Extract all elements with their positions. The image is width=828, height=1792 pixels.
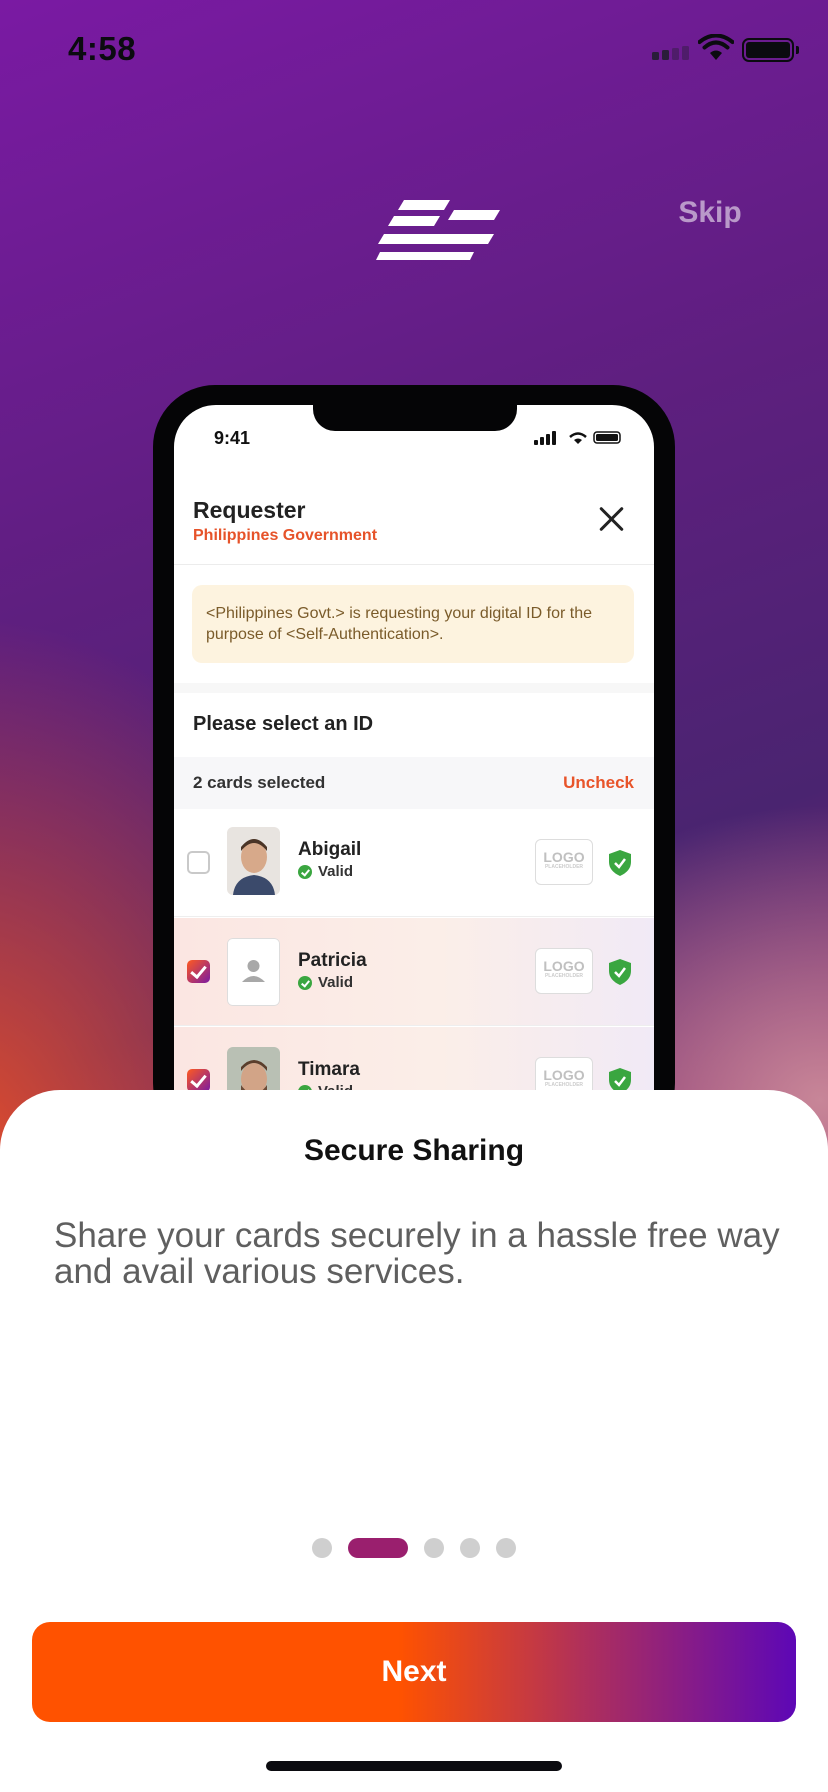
mockup-title: Requester bbox=[193, 497, 306, 523]
onboarding-title: Secure Sharing bbox=[303, 1134, 525, 1167]
avatar-photo bbox=[227, 827, 280, 895]
checkbox-unchecked-icon bbox=[187, 851, 210, 874]
battery-icon bbox=[742, 38, 799, 62]
page-dot[interactable] bbox=[460, 1538, 480, 1558]
logo-placeholder: LOGO PLACEHOLDER bbox=[535, 839, 593, 885]
home-indicator[interactable] bbox=[266, 1761, 562, 1771]
checkbox-checked-icon bbox=[187, 960, 210, 983]
page-indicator[interactable] bbox=[0, 1538, 828, 1558]
phone-mockup-screen: 9:41 Requester Philippines Government <P… bbox=[174, 405, 654, 1105]
mockup-divider bbox=[174, 683, 654, 693]
mockup-subtitle: Philippines Government bbox=[193, 527, 378, 544]
mockup-card-row: Abigail Valid LOGO PLACEHOLDER bbox=[174, 809, 654, 917]
mockup-card-name: Abigail bbox=[298, 839, 362, 860]
close-icon bbox=[598, 505, 626, 533]
logo-placeholder: LOGO PLACEHOLDER bbox=[535, 948, 593, 994]
mockup-card-row: Patricia Valid LOGO PLACEHOLDER bbox=[174, 918, 654, 1026]
app-logo-icon bbox=[376, 200, 500, 260]
mockup-select-title: Please select an ID bbox=[193, 713, 374, 735]
verified-shield-icon bbox=[609, 850, 631, 876]
page-dot[interactable] bbox=[312, 1538, 332, 1558]
mockup-time: 9:41 bbox=[214, 428, 251, 448]
mockup-header: Requester Philippines Government bbox=[174, 465, 654, 565]
status-bar: 4:58 bbox=[0, 0, 828, 100]
checkbox-checked-icon bbox=[187, 1069, 210, 1092]
mockup-request-banner: <Philippines Govt.> is requesting your d… bbox=[192, 585, 634, 663]
cellular-signal-icon bbox=[652, 46, 690, 60]
mockup-selected-bar: 2 cards selected Uncheck bbox=[174, 757, 654, 809]
onboarding-sheet: Secure Sharing Share your cards securely… bbox=[0, 1090, 828, 1792]
mockup-card-name: Patricia bbox=[298, 950, 367, 971]
onboarding-description: Share your cards securely in a hassle fr… bbox=[54, 1216, 780, 1291]
mockup-card-status: Valid bbox=[298, 974, 353, 991]
page-dot[interactable] bbox=[424, 1538, 444, 1558]
wifi-icon bbox=[698, 34, 734, 60]
mockup-selected-count: 2 cards selected bbox=[193, 773, 326, 792]
mockup-card-status: Valid bbox=[298, 863, 353, 880]
onboarding-screen: 4:58 Skip 9:41 Requester Philippines Gov… bbox=[0, 0, 828, 1792]
verified-shield-icon bbox=[609, 959, 631, 985]
status-time: 4:58 bbox=[68, 30, 137, 67]
phone-notch bbox=[313, 405, 517, 431]
next-button[interactable]: Next bbox=[32, 1622, 796, 1722]
mockup-status-icons bbox=[534, 431, 621, 445]
page-dot[interactable] bbox=[496, 1538, 516, 1558]
mockup-card-name: Timara bbox=[298, 1059, 360, 1080]
avatar-placeholder bbox=[227, 938, 280, 1006]
page-dot-active[interactable] bbox=[348, 1538, 408, 1558]
mockup-uncheck-link: Uncheck bbox=[563, 773, 634, 792]
phone-mockup: 9:41 Requester Philippines Government <P… bbox=[153, 385, 675, 1145]
skip-button[interactable]: Skip bbox=[660, 196, 760, 236]
